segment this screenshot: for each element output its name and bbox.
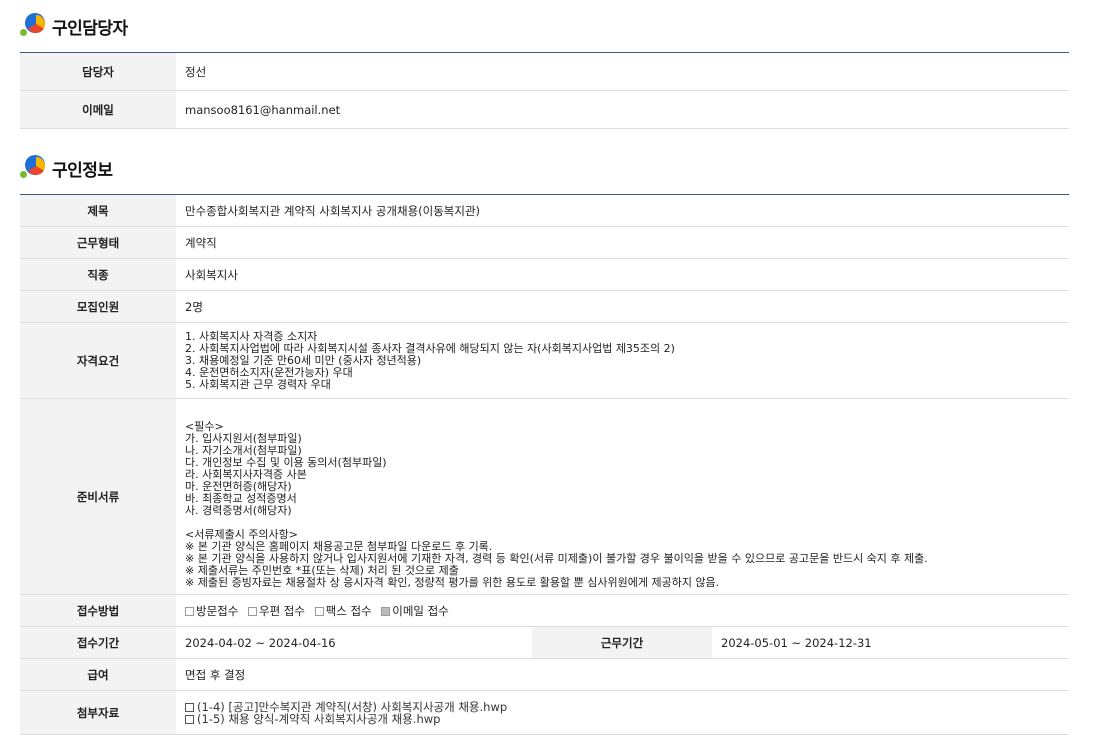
method-row: 접수방법 방문접수 우편 접수 팩스 접수 이메일 접수	[20, 594, 1069, 627]
period-label: 접수기간	[20, 626, 176, 659]
checkbox-icon	[247, 606, 257, 616]
method-options: 방문접수 우편 접수 팩스 접수 이메일 접수	[176, 594, 1069, 627]
method-fax: 팩스 접수	[314, 604, 372, 618]
checkbox-icon	[185, 606, 194, 616]
job-category-value: 사회복지사	[176, 258, 1069, 291]
contact-section-title: 구인담당자	[52, 18, 128, 39]
qualifications-value: 1. 사회복지사 자격증 소지자 2. 사회복지사업법에 따라 사회복지시설 종…	[176, 322, 1069, 399]
contact-section-header: 구인담당자	[20, 0, 1107, 52]
job-category-label: 직종	[20, 258, 176, 291]
qualifications-row: 자격요건 1. 사회복지사 자격증 소지자 2. 사회복지사업법에 따라 사회복…	[20, 322, 1069, 399]
job-title-value: 만수종합사회복지관 계약직 사회복지사 공개채용(이동복지관)	[176, 194, 1069, 227]
manager-label: 담당자	[20, 52, 176, 91]
contact-row-manager: 담당자 정선	[20, 52, 1069, 91]
documents-value: <필수> 가. 입사지원서(첨부파일) 나. 자기소개서(첨부파일) 다. 개인…	[176, 398, 1069, 595]
qualifications-label: 자격요건	[20, 322, 176, 399]
section-logo-icon	[20, 155, 46, 181]
file-icon	[185, 714, 194, 724]
email-label: 이메일	[20, 90, 176, 129]
contact-table: 담당자 정선 이메일 mansoo8161@hanmail.net	[20, 52, 1069, 129]
salary-row: 급여 면접 후 결정	[20, 658, 1069, 691]
file-icon	[185, 702, 194, 712]
attachments-value: (1-4) [공고]만수복지관 계약직(서창) 사회복지사공개 채용.hwp (…	[176, 690, 1069, 735]
method-email: 이메일 접수	[381, 604, 449, 618]
manager-value: 정선	[176, 52, 1069, 91]
method-mail: 우편 접수	[247, 604, 305, 618]
checkbox-checked-icon	[381, 606, 391, 616]
period-value: 2024-04-02 ~ 2024-04-16	[176, 626, 532, 659]
attachment-link[interactable]: (1-5) 채용 양식-계약직 사회복지사공개 채용.hwp	[185, 713, 1060, 725]
headcount-row: 모집인원 2명	[20, 290, 1069, 323]
job-section-title: 구인정보	[52, 160, 113, 181]
email-value: mansoo8161@hanmail.net	[176, 90, 1069, 129]
attachments-row: 첨부자료 (1-4) [공고]만수복지관 계약직(서창) 사회복지사공개 채용.…	[20, 690, 1069, 735]
job-section: 구인정보 제목 만수종합사회복지관 계약직 사회복지사 공개채용(이동복지관) …	[0, 142, 1107, 735]
documents-row: 준비서류 <필수> 가. 입사지원서(첨부파일) 나. 자기소개서(첨부파일) …	[20, 398, 1069, 595]
employment-type-value: 계약직	[176, 226, 1069, 259]
headcount-value: 2명	[176, 290, 1069, 323]
attachments-label: 첨부자료	[20, 690, 176, 735]
job-title-label: 제목	[20, 194, 176, 227]
job-section-header: 구인정보	[20, 142, 1107, 194]
salary-label: 급여	[20, 658, 176, 691]
contact-section: 구인담당자 담당자 정선 이메일 mansoo8161@hanmail.net	[0, 0, 1107, 129]
job-table: 제목 만수종합사회복지관 계약직 사회복지사 공개채용(이동복지관) 근무형태 …	[20, 194, 1069, 735]
employment-type-row: 근무형태 계약직	[20, 226, 1069, 259]
job-category-row: 직종 사회복지사	[20, 258, 1069, 291]
salary-value: 면접 후 결정	[176, 658, 1069, 691]
period-row: 접수기간 2024-04-02 ~ 2024-04-16 근무기간 2024-0…	[20, 626, 1069, 659]
method-visit: 방문접수	[185, 604, 238, 618]
work-period-label: 근무기간	[532, 626, 712, 659]
work-period-value: 2024-05-01 ~ 2024-12-31	[712, 626, 1069, 659]
method-label: 접수방법	[20, 594, 176, 627]
headcount-label: 모집인원	[20, 290, 176, 323]
section-logo-icon	[20, 13, 46, 39]
job-title-row: 제목 만수종합사회복지관 계약직 사회복지사 공개채용(이동복지관)	[20, 194, 1069, 227]
contact-row-email: 이메일 mansoo8161@hanmail.net	[20, 90, 1069, 129]
employment-type-label: 근무형태	[20, 226, 176, 259]
checkbox-icon	[314, 606, 324, 616]
documents-label: 준비서류	[20, 398, 176, 595]
